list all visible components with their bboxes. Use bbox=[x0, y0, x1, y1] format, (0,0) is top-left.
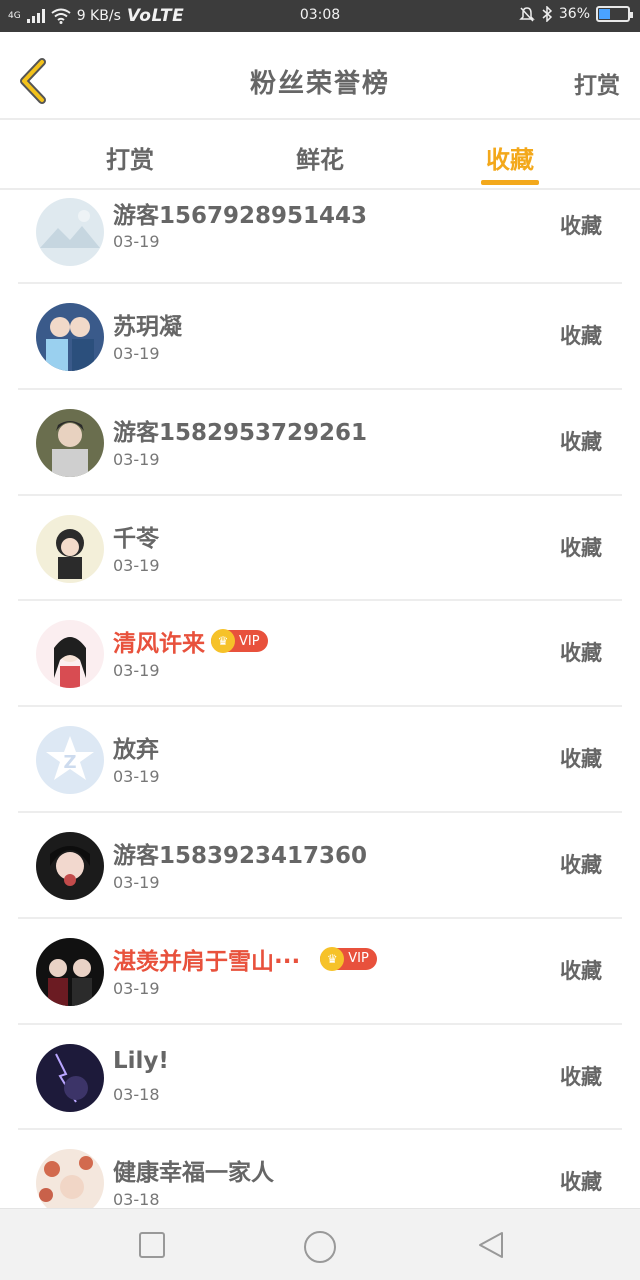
avatar[interactable] bbox=[36, 198, 104, 266]
user-date: 03-19 bbox=[113, 978, 160, 998]
avatar[interactable] bbox=[36, 303, 104, 371]
user-date: 03-19 bbox=[113, 661, 160, 681]
bluetooth-icon bbox=[542, 6, 552, 22]
tab-flowers[interactable]: 鲜花 bbox=[260, 140, 380, 175]
user-date: 03-19 bbox=[113, 232, 160, 251]
user-date: 03-19 bbox=[113, 872, 160, 892]
user-date: 03-18 bbox=[113, 1190, 160, 1208]
user-date: 03-19 bbox=[113, 555, 160, 575]
user-name: 清风许来 ♛ VIP bbox=[113, 624, 268, 658]
vip-badge: ♛ VIP bbox=[320, 946, 377, 971]
list-item[interactable]: 游客1582953729261 03-19 收藏 bbox=[18, 390, 622, 496]
user-name: 健康幸福一家人 bbox=[113, 1160, 274, 1187]
user-date: 03-19 bbox=[113, 767, 160, 787]
favorite-label: 收藏 bbox=[560, 958, 602, 983]
favorite-label: 收藏 bbox=[560, 214, 602, 238]
user-name: 游客1567928951443 bbox=[113, 203, 368, 229]
square-icon bbox=[139, 1232, 165, 1258]
system-nav-bar bbox=[0, 1208, 640, 1280]
user-name: 游客1583923417360 bbox=[113, 842, 368, 869]
avatar[interactable] bbox=[36, 1149, 104, 1208]
triangle-back-icon bbox=[479, 1232, 503, 1258]
bell-muted-icon bbox=[519, 7, 535, 22]
crown-icon: ♛ bbox=[211, 629, 235, 654]
user-name: 湛羡并肩于雪山··· ♛ VIP bbox=[113, 942, 377, 976]
list-item[interactable]: 苏玥凝 03-19 收藏 bbox=[18, 284, 622, 390]
user-name: 苏玥凝 bbox=[113, 314, 182, 340]
status-bar: 4G 9 KB/s VoLTE 03:08 36% bbox=[0, 0, 640, 32]
status-right: 36% bbox=[519, 6, 633, 22]
recent-apps-button[interactable] bbox=[136, 1229, 168, 1261]
tab-tip[interactable]: 打赏 bbox=[70, 140, 190, 175]
favorite-label: 收藏 bbox=[560, 429, 602, 454]
avatar[interactable] bbox=[36, 937, 104, 1006]
list-item[interactable]: 游客1583923417360 03-19 收藏 bbox=[18, 813, 622, 919]
avatar[interactable] bbox=[36, 408, 104, 477]
user-date: 03-19 bbox=[113, 344, 160, 363]
avatar[interactable] bbox=[36, 831, 104, 900]
favorite-label: 收藏 bbox=[560, 1170, 602, 1195]
home-button[interactable] bbox=[302, 1229, 336, 1263]
user-name: 游客1582953729261 bbox=[113, 419, 368, 446]
fan-list[interactable]: 游客1567928951443 03-19 收藏 苏玥凝 03-19 收藏 游客… bbox=[18, 180, 622, 1208]
user-date: 03-18 bbox=[113, 1084, 160, 1104]
avatar[interactable] bbox=[36, 620, 104, 689]
favorite-label: 收藏 bbox=[560, 852, 602, 877]
crown-icon: ♛ bbox=[320, 946, 345, 971]
user-name: 千苓 bbox=[113, 525, 159, 552]
circle-icon bbox=[304, 1231, 336, 1263]
user-name: Lily! bbox=[113, 1047, 169, 1074]
list-item[interactable]: 湛羡并肩于雪山··· ♛ VIP 03-19 收藏 bbox=[18, 919, 622, 1025]
list-item[interactable]: Lily! 03-18 收藏 bbox=[18, 1025, 622, 1131]
list-item[interactable]: 千苓 03-19 收藏 bbox=[18, 496, 622, 602]
battery-icon bbox=[596, 6, 633, 22]
favorite-label: 收藏 bbox=[560, 324, 602, 348]
favorite-label: 收藏 bbox=[560, 641, 602, 666]
favorite-label: 收藏 bbox=[560, 535, 602, 560]
tab-favorites[interactable]: 收藏 bbox=[450, 140, 570, 175]
back-nav-button[interactable] bbox=[476, 1229, 508, 1261]
tip-button[interactable]: 打赏 bbox=[574, 66, 620, 100]
avatar[interactable] bbox=[36, 514, 104, 583]
list-item[interactable]: Z 放弃 03-19 收藏 bbox=[18, 707, 622, 813]
svg-text:Z: Z bbox=[63, 752, 76, 773]
list-item[interactable]: 清风许来 ♛ VIP 03-19 收藏 bbox=[18, 601, 622, 708]
list-item[interactable]: 健康幸福一家人 03-18 收藏 bbox=[18, 1130, 622, 1208]
page-title: 粉丝荣誉榜 bbox=[249, 69, 390, 99]
top-app-bar: 粉丝荣誉榜 打赏 bbox=[0, 32, 640, 120]
vip-badge: ♛ VIP bbox=[211, 629, 268, 654]
favorite-label: 收藏 bbox=[560, 747, 602, 772]
list-item[interactable]: 游客1567928951443 03-19 收藏 bbox=[18, 180, 622, 284]
avatar[interactable] bbox=[36, 1043, 104, 1112]
user-name: 放弃 bbox=[113, 737, 159, 764]
user-date: 03-19 bbox=[113, 449, 160, 469]
avatar[interactable]: Z bbox=[36, 726, 104, 795]
battery-percent: 36% bbox=[558, 6, 590, 22]
favorite-label: 收藏 bbox=[560, 1064, 602, 1089]
